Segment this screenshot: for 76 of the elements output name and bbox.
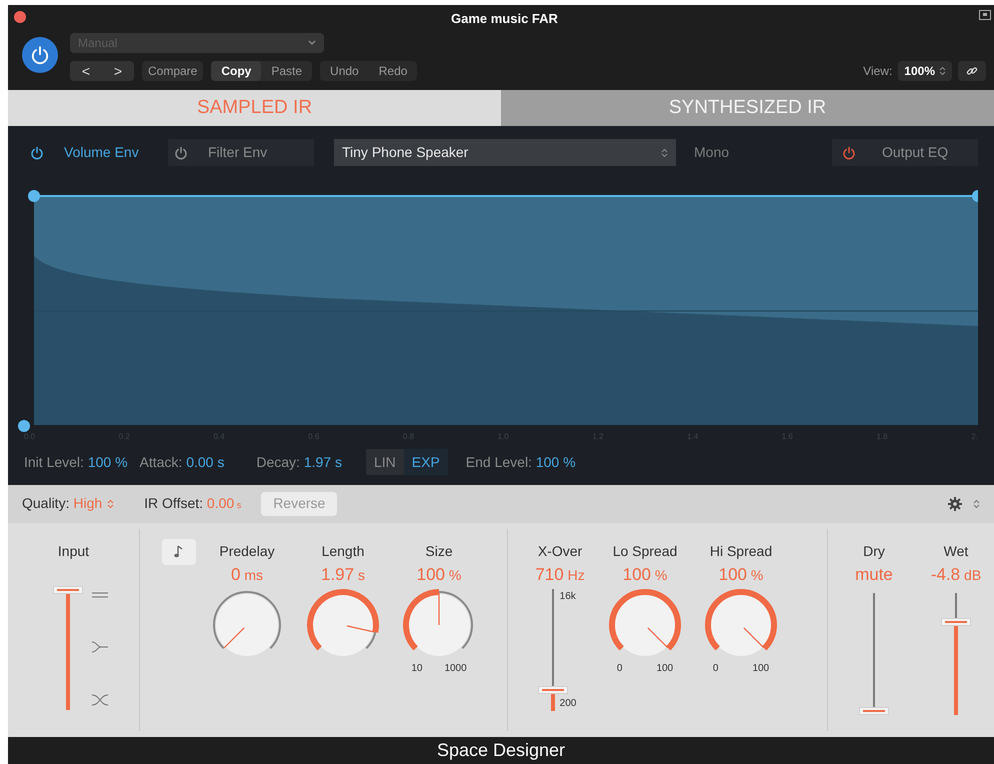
range-max-label: 100 xyxy=(656,662,674,676)
value-readout: 100 % xyxy=(622,564,668,586)
power-icon[interactable] xyxy=(174,146,188,160)
quality-selector[interactable]: Quality: High xyxy=(22,493,102,514)
nav-button[interactable]: > xyxy=(102,61,134,81)
power-icon xyxy=(30,45,50,65)
control-label: Predelay xyxy=(219,542,275,561)
merge-icon[interactable] xyxy=(90,640,108,653)
settings-icon[interactable] xyxy=(947,496,963,512)
range-max-label: 100 xyxy=(752,662,770,676)
power-icon[interactable] xyxy=(842,146,856,160)
ir-offset-field[interactable]: IR Offset: 0.00 s xyxy=(144,493,242,514)
vertical-slider[interactable] xyxy=(941,593,971,716)
power-button[interactable] xyxy=(22,37,58,73)
vertical-slider[interactable] xyxy=(52,586,82,710)
envelope-tab[interactable]: Filter Env xyxy=(168,139,314,166)
toolbar-button[interactable]: Copy xyxy=(211,61,262,81)
power-icon[interactable] xyxy=(30,146,44,160)
value-readout: 710 Hz xyxy=(535,564,585,586)
toolbar-button[interactable]: Undo xyxy=(320,61,369,81)
music-note-icon xyxy=(174,544,184,559)
range-min-label: 10 xyxy=(411,662,422,676)
stepper-icon[interactable] xyxy=(973,498,980,509)
value-readout: 0 ms xyxy=(230,564,264,586)
slider-thumb[interactable] xyxy=(941,618,971,626)
range-max-label: 16k xyxy=(560,590,576,604)
toolbar-button[interactable]: Redo xyxy=(368,61,418,81)
envelope-parameter[interactable]: Decay: 1.97 s xyxy=(256,452,342,473)
range-max-label: 1000 xyxy=(444,662,467,676)
output-eq-button[interactable]: Output EQ xyxy=(832,139,978,166)
control-label: Input xyxy=(58,542,90,561)
value-readout: mute xyxy=(855,564,893,586)
envelope-parameter[interactable]: Init Level: 100 % xyxy=(24,452,128,473)
plugin-name: Space Designer xyxy=(436,739,566,762)
chevron-down-icon xyxy=(308,40,316,46)
toolbar-button[interactable]: Paste xyxy=(261,61,312,81)
envelope-tab[interactable]: Volume Env xyxy=(24,139,168,166)
control-label: Length xyxy=(322,542,364,561)
curve-mode-button[interactable]: EXP xyxy=(404,449,448,476)
slider-thumb[interactable] xyxy=(52,586,82,594)
range-min-label: 0 xyxy=(616,662,622,676)
link-button[interactable] xyxy=(958,61,986,81)
value-readout: -4.8 dB xyxy=(930,564,982,586)
view-label: View: xyxy=(863,63,892,80)
link-icon xyxy=(966,65,978,77)
window-icon[interactable] xyxy=(979,10,991,20)
nav-button[interactable]: < xyxy=(70,61,102,81)
ir-file-dropdown[interactable]: Tiny Phone Speaker xyxy=(334,139,676,166)
curve-mode-button[interactable]: LIN xyxy=(366,449,404,476)
control-label: X-Over xyxy=(538,542,582,561)
range-min-label: 0 xyxy=(712,662,718,676)
stepper-icon[interactable] xyxy=(107,498,114,509)
control-label: Size xyxy=(425,542,453,561)
slider-thumb[interactable] xyxy=(538,686,568,694)
value-readout: 100 % xyxy=(416,564,462,586)
control-label: Wet xyxy=(944,542,968,561)
stepper-icon[interactable] xyxy=(661,148,668,158)
control-label: Dry xyxy=(863,542,885,561)
tempo-sync-button[interactable] xyxy=(162,538,196,565)
stereo-icon[interactable] xyxy=(90,590,108,600)
range-min-label: 200 xyxy=(560,697,576,712)
zoom-stepper[interactable]: 100% xyxy=(898,61,952,81)
slider-thumb[interactable] xyxy=(859,707,889,716)
envelope-parameter[interactable]: End Level: 100 % xyxy=(466,452,576,473)
vertical-slider[interactable] xyxy=(859,593,889,716)
envelope-parameter[interactable]: Attack: 0.00 s xyxy=(140,452,224,473)
envelope-handle[interactable] xyxy=(18,420,30,432)
value-readout: 100 % xyxy=(718,564,764,586)
control-label: Hi Spread xyxy=(710,542,772,561)
cross-icon[interactable] xyxy=(90,694,108,706)
channel-label[interactable]: Mono xyxy=(694,142,730,164)
value-readout: 1.97 s xyxy=(321,564,365,586)
control-label: Lo Spread xyxy=(612,542,678,561)
stepper-icon[interactable] xyxy=(939,66,946,76)
window-title: Game music FAR xyxy=(451,10,558,28)
compare-button[interactable]: Compare xyxy=(142,61,204,81)
